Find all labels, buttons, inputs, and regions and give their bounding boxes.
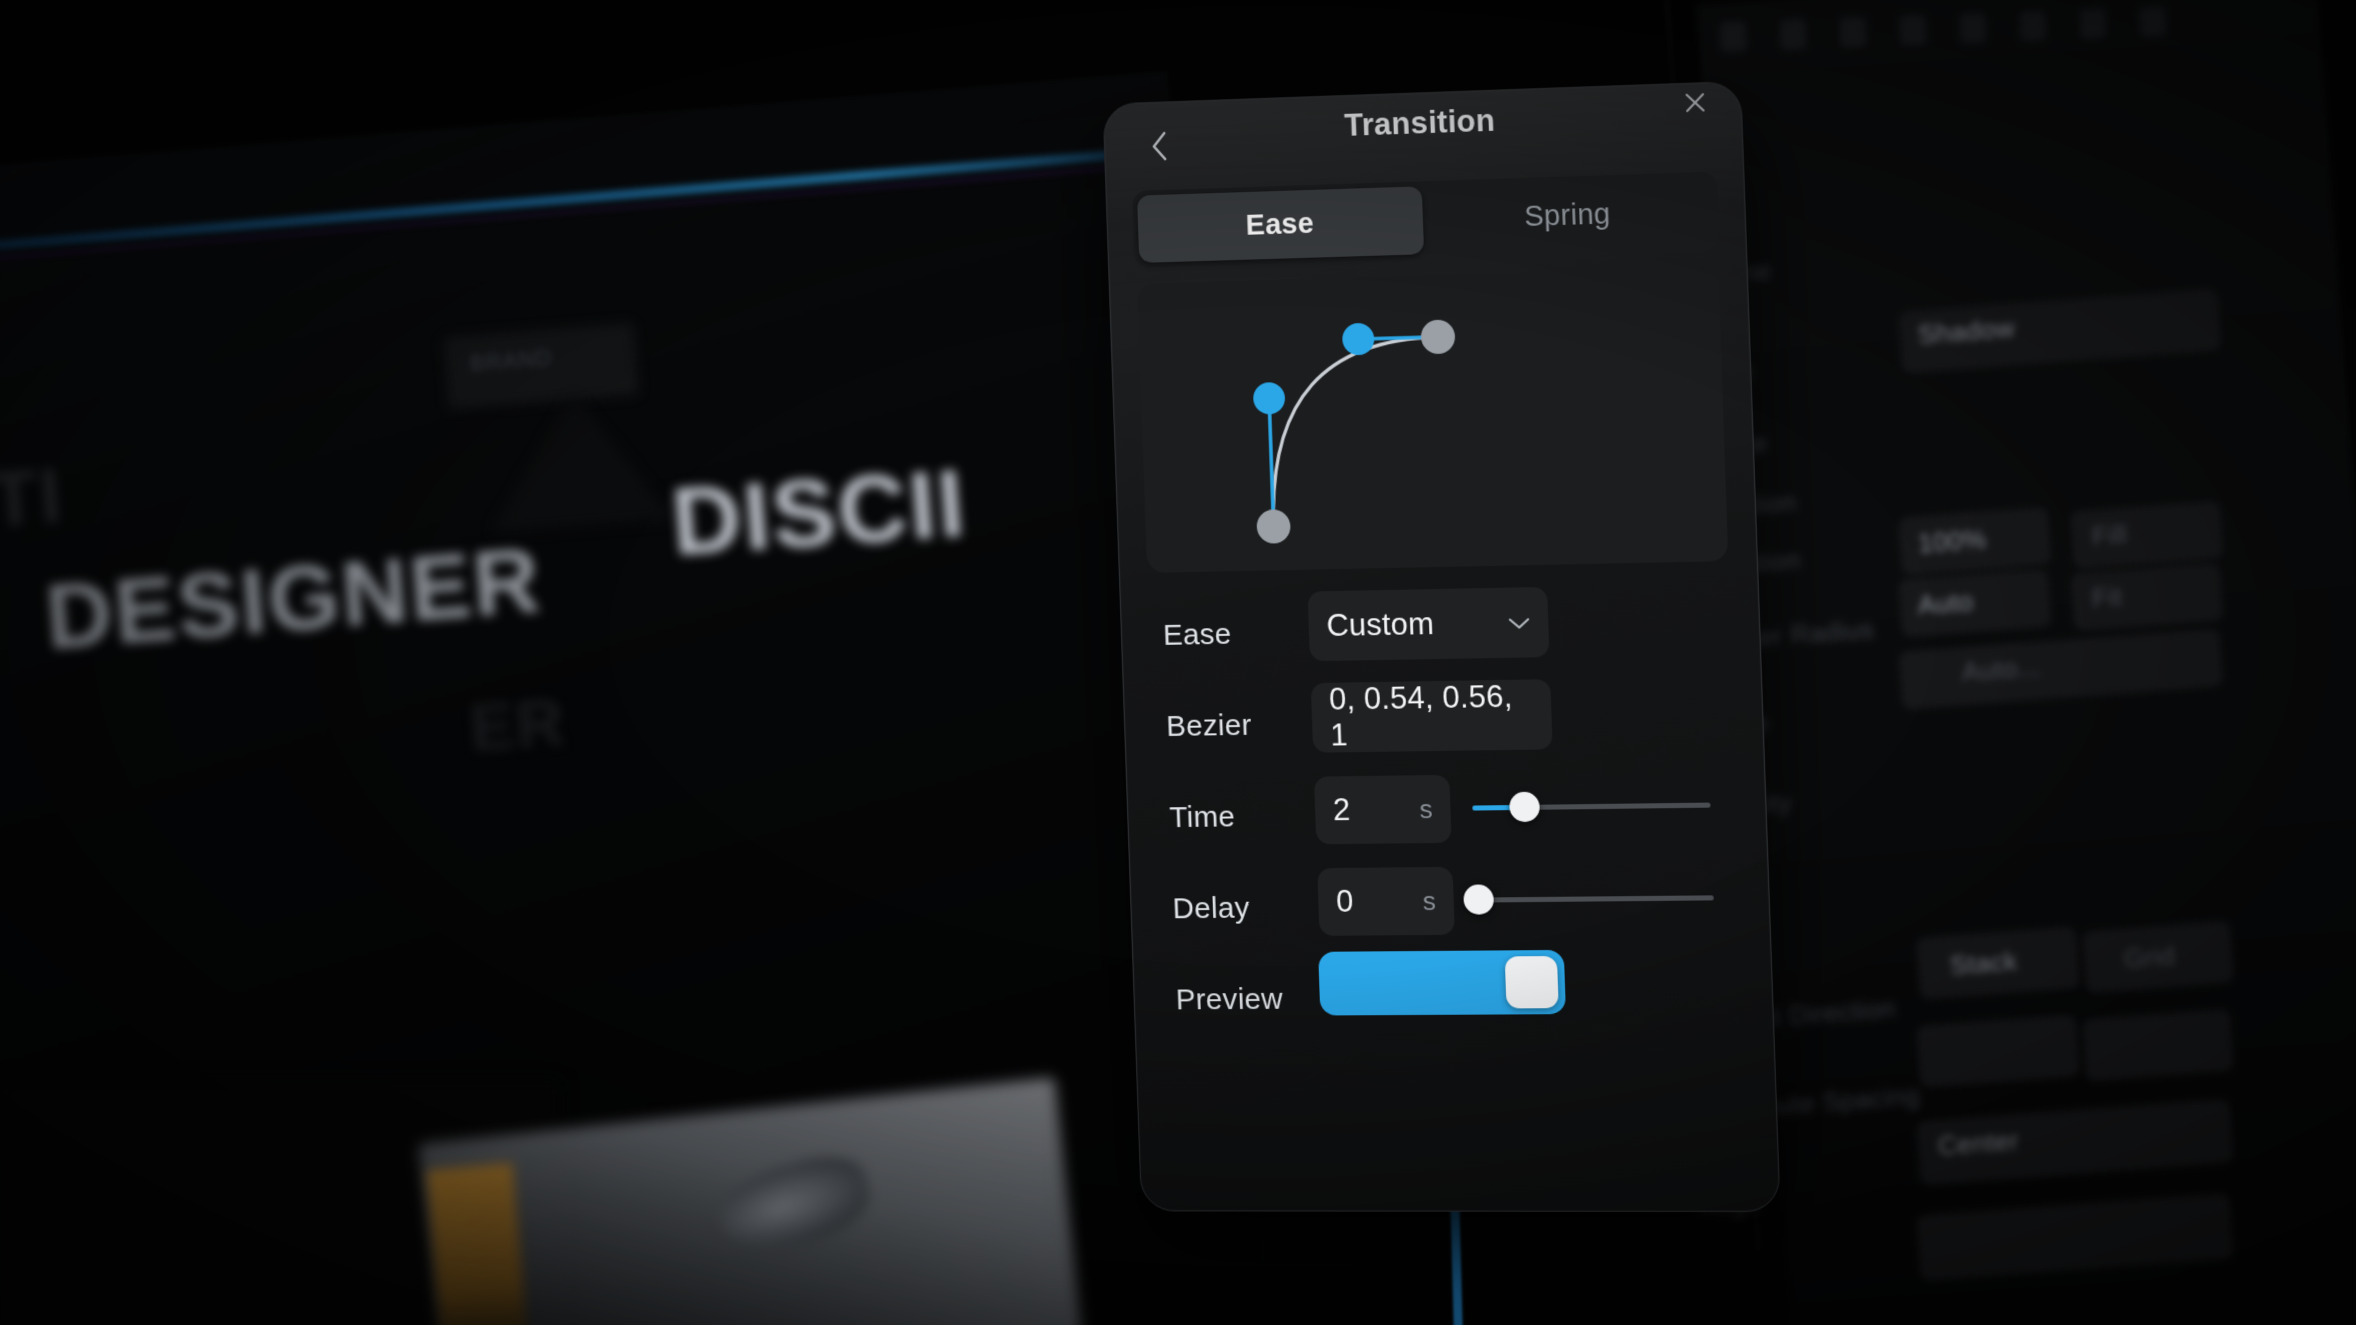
bg-sidebar-field-value-8: Center <box>1936 1125 2020 1161</box>
bg-sidebar-field-value-7: Grid <box>2122 940 2177 974</box>
chevron-down-icon <box>1508 616 1531 629</box>
property-rows: Ease Custom Bezier 0, 0.54, 0.56, 1 Time… <box>1120 579 1773 1046</box>
tab-ease[interactable]: Ease <box>1136 186 1425 263</box>
preview-toggle[interactable] <box>1318 949 1566 1016</box>
bg-sidebar-field-value-6: Stack <box>1948 945 2019 981</box>
curve-control-2 <box>1341 322 1375 356</box>
curve-control-1 <box>1252 381 1286 415</box>
background-word-1: DISCII <box>667 449 971 576</box>
delay-value: 0 <box>1335 883 1355 919</box>
label-bezier: Bezier <box>1165 708 1253 743</box>
curve-anchor-start <box>1256 509 1291 544</box>
preview-toggle-knob <box>1504 956 1559 1009</box>
bezier-input[interactable]: 0, 0.54, 0.56, 1 <box>1310 678 1553 753</box>
bezier-curve-editor[interactable] <box>1137 266 1729 573</box>
label-delay: Delay <box>1172 891 1251 926</box>
background-word-4: ER <box>467 683 569 765</box>
bg-sidebar-arrows-field <box>1915 1014 2081 1088</box>
delay-input[interactable]: 0 s <box>1317 866 1455 936</box>
bezier-value: 0, 0.54, 0.56, 1 <box>1328 678 1514 753</box>
bg-sidebar-field-value-2: Fill <box>2090 518 2129 552</box>
curve-anchor-end <box>1420 319 1456 355</box>
bg-sidebar-field-value-1: 100% <box>1916 523 1988 559</box>
time-input[interactable]: 2 s <box>1313 774 1452 845</box>
bg-sidebar-field-value-4: Fit <box>2090 580 2124 614</box>
time-unit: s <box>1418 793 1434 824</box>
row-preview: Preview <box>1133 949 1774 1046</box>
delay-unit: s <box>1422 885 1437 916</box>
row-time: Time 2 s <box>1127 765 1768 865</box>
close-icon[interactable] <box>1671 81 1719 127</box>
row-delay: Delay 0 s <box>1130 857 1771 955</box>
bg-sidebar-field-value-5: Auto... <box>1960 651 2042 687</box>
bg-sidebar-vertical-field <box>2081 1008 2235 1082</box>
ease-select[interactable]: Custom <box>1307 586 1550 662</box>
label-time: Time <box>1168 800 1236 835</box>
row-bezier: Bezier 0, 0.54, 0.56, 1 <box>1124 672 1764 774</box>
time-slider-thumb[interactable] <box>1508 791 1541 823</box>
background-word-3: TI <box>0 450 67 544</box>
page-title: Transition <box>1343 102 1496 143</box>
time-value: 2 <box>1332 792 1351 828</box>
delay-slider-track <box>1475 895 1714 903</box>
label-ease: Ease <box>1162 617 1233 652</box>
screenshot-root: BRAND TI DISCII DESIGNER ER Name Shadow … <box>0 0 2356 1325</box>
background-triangle-shape <box>481 389 675 533</box>
time-slider[interactable] <box>1472 791 1711 823</box>
delay-slider[interactable] <box>1463 884 1714 915</box>
bg-sidebar-field-value-3: Auto <box>1916 586 1975 620</box>
transition-panel: Transition Ease Spring Ease Custom Bezie… <box>1102 80 1781 1212</box>
delay-slider-thumb[interactable] <box>1463 884 1495 915</box>
row-ease: Ease Custom <box>1120 579 1760 683</box>
background-orange-block <box>426 1162 528 1325</box>
ease-value: Custom <box>1325 606 1435 643</box>
tab-spring[interactable]: Spring <box>1422 177 1715 254</box>
label-preview: Preview <box>1175 982 1284 1017</box>
